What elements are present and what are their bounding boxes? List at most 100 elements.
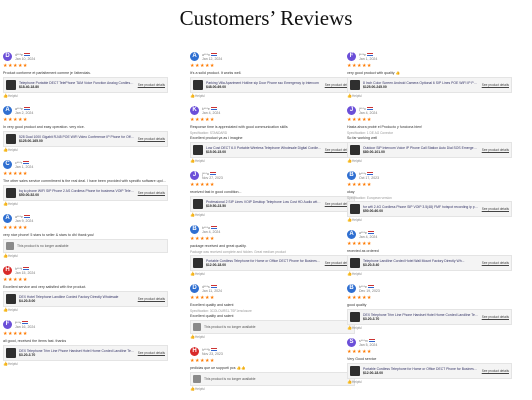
see-product-details-link[interactable]: See product details [482,315,509,319]
product-card[interactable]: Low Cost DECT 6.0 Portable Wireless Tele… [190,142,355,158]
unavailable-product-card: This product is no longer available [190,320,355,334]
product-card[interactable]: Parking Villa Apartment Hotline sip Door… [190,77,355,93]
product-price: $80.00-101.00 [363,150,385,154]
product-card[interactable]: Telephone Landline Corded Hotel Wall Mou… [347,255,512,271]
reviewer-meta: b***r Oct 17, 2023 [359,172,379,180]
see-product-details-link[interactable]: See product details [138,191,165,195]
reviewer-name: f***e [359,52,367,57]
review-header: Hh***t Jan 15, 2024 [3,264,168,277]
helpful-button[interactable]: 👍Helpful [3,361,168,367]
review-text: Response time is appreciated with good c… [190,125,288,129]
helpful-button[interactable]: 👍Helpful [3,147,168,153]
helpful-button[interactable]: 👍Helpful [347,158,512,164]
helpful-button[interactable]: 👍Helpful [190,386,355,392]
see-product-details-link[interactable]: See product details [482,207,509,211]
unavailable-product-card: This product is no longer available [190,372,355,386]
product-card[interactable]: 8 Inch Color Screen Android Camera Optio… [347,77,512,93]
product-card[interactable]: Telephone Portable DECT TelePhone TAM Vo… [3,77,168,93]
product-thumbnail[interactable] [350,366,360,376]
review-header: Hh***h Nov 23, 2023 [190,345,355,358]
avatar: S [347,338,356,347]
helpful-label: Helpful [194,272,205,276]
product-thumbnail[interactable] [350,80,360,90]
product-thumbnail[interactable] [193,258,203,268]
product-card[interactable]: Professional 2 SIP Lines VOIP Desktop Te… [190,196,355,212]
avatar: K [190,106,199,115]
review-text: recevied as ordered [347,249,379,253]
product-name-link[interactable]: DEX Telephone Trim Line Phone Handset Ho… [363,313,479,317]
product-thumbnail[interactable] [6,80,16,90]
avatar: J [190,171,199,180]
review-text-translation: Excellent product ya as i imagine [190,136,243,140]
product-card[interactable]: Outdoor SIP Intercom Voice IP Phone Call… [347,142,512,158]
review-specification: Package was received complete and hidden… [190,250,286,254]
product-price: $48.00-69.00 [206,85,226,89]
product-thumbnail[interactable] [6,348,16,358]
helpful-button[interactable]: 👍Helpful [190,212,355,218]
product-thumbnail[interactable] [350,312,360,322]
product-card[interactable]: Portable Cordless Telephone for Home or … [190,255,355,271]
product-card[interactable]: DEX Telephone Trim Line Phone Handset Ho… [347,309,512,325]
see-product-details-link[interactable]: See product details [138,83,165,87]
review-text: It's a solid product. It works well. [190,71,242,75]
helpful-button[interactable]: 👍Helpful [347,325,512,331]
helpful-label: Helpful [194,159,205,163]
product-price: $125.00-165.00 [19,139,43,143]
product-thumbnail[interactable] [6,188,16,198]
see-product-details-link[interactable]: See product details [482,148,509,152]
see-product-details-link[interactable]: See product details [482,261,509,265]
product-thumbnail[interactable] [193,145,203,155]
country-flag-icon [210,106,217,111]
country-flag-icon [23,266,30,271]
reviewer-name: s***m [359,338,368,343]
product-name-link[interactable]: Telephone Landline Corded Hotel Wall Mou… [363,259,479,263]
country-flag-icon [210,284,217,289]
see-product-details-link[interactable]: See product details [138,297,165,301]
helpful-button[interactable]: 👍Helpful [190,271,355,277]
product-thumbnail[interactable] [6,294,16,304]
product-card[interactable]: DEX Hotel Telephone Landline Corded Fact… [3,291,168,307]
helpful-button[interactable]: 👍Helpful [347,217,512,223]
product-card[interactable]: DEX Telephone Trim Line Phone Handset Ho… [3,345,168,361]
product-thumbnail[interactable] [193,80,203,90]
helpful-button[interactable]: 👍Helpful [190,334,355,340]
review-text: Hasta ahora probé el Producto y funciona… [347,125,423,129]
helpful-button[interactable]: 👍Helpful [347,93,512,99]
see-product-details-link[interactable]: See product details [482,83,509,87]
product-name-link[interactable]: DEX Telephone Trim Line Phone Handset Ho… [19,349,135,353]
product-price: $4.20-5.00 [19,299,36,303]
see-product-details-link[interactable]: See product details [138,351,165,355]
review-card: Cc***r Jan 1, 2024 ★★★★★ The other sales se… [3,158,168,207]
product-thumbnail[interactable] [350,258,360,268]
helpful-button[interactable]: 👍Helpful [3,253,168,259]
product-price: $3.20-3.70 [19,353,36,357]
helpful-button[interactable]: 👍Helpful [347,379,512,385]
avatar: H [3,266,12,275]
product-name-link[interactable]: DEX Hotel Telephone Landline Corded Fact… [19,295,135,299]
helpful-button[interactable]: 👍Helpful [3,201,168,207]
product-thumbnail[interactable] [350,145,360,155]
review-date: Jan 4, 2024 [359,110,378,115]
helpful-button[interactable]: 👍Helpful [3,307,168,313]
review-text-translation: Excellent quality and salent [190,314,234,318]
product-card[interactable]: bq to phone WIFI SIP Phone 2 AS Cordless… [3,185,168,201]
see-product-details-link[interactable]: See product details [138,137,165,141]
review-header: Ff***e Jan 1, 2024 [347,50,512,63]
product-thumbnail[interactable] [350,204,360,214]
product-card[interactable]: 528 Dual 1000 Gigabit RJ45 POE WiFi Vide… [3,131,168,147]
product-info: bq to phone WIFI SIP Phone 2 AS Cordless… [19,189,135,197]
product-thumbnail[interactable] [6,134,16,144]
product-card[interactable]: Portable Cordless Telephone for Home or … [347,363,512,379]
reviewer-name: b***a [202,225,210,230]
helpful-button[interactable]: 👍Helpful [3,93,168,99]
product-card[interactable]: for wifi 2.4G Cordless Phone SIP VOIP 3.… [347,201,512,217]
helpful-button[interactable]: 👍Helpful [190,158,355,164]
helpful-button[interactable]: 👍Helpful [347,271,512,277]
helpful-label: Helpful [7,362,18,366]
see-product-details-link[interactable]: See product details [482,369,509,373]
product-info: Portable Cordless Telephone for Home or … [206,259,322,267]
helpful-button[interactable]: 👍Helpful [190,93,355,99]
helpful-label: Helpful [194,213,205,217]
review-card: Jj***o Jan 4, 2024 ★★★★★ Hasta ahora probé … [347,104,512,164]
product-thumbnail[interactable] [193,199,203,209]
